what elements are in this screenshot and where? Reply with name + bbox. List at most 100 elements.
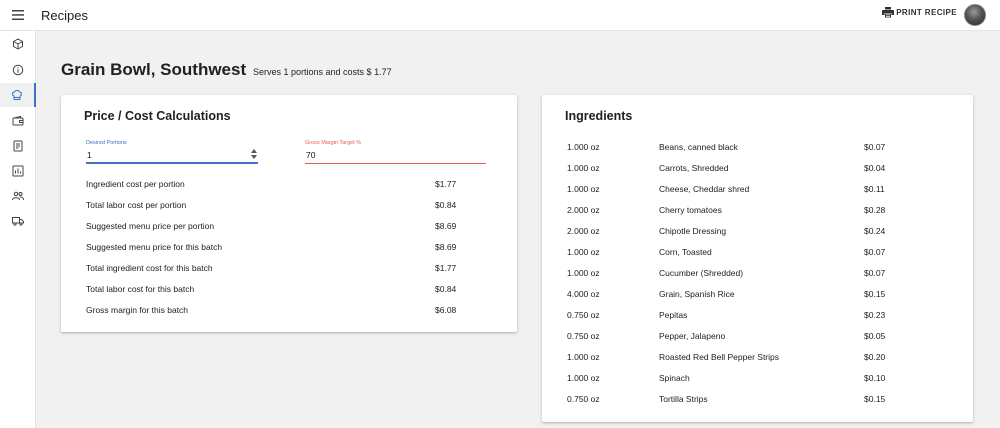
ingredient-name: Pepper, Jalapeno bbox=[659, 331, 726, 341]
gross-margin-input[interactable]: 70 bbox=[306, 150, 315, 160]
printer-icon bbox=[882, 7, 895, 18]
ingredient-qty: 2.000 oz bbox=[567, 226, 600, 236]
ingredient-name: Corn, Toasted bbox=[659, 247, 712, 257]
sidebar-item-users[interactable] bbox=[0, 184, 36, 208]
top-app-bar: Recipes PRINT RECIPE bbox=[0, 0, 1000, 31]
portions-stepper[interactable] bbox=[251, 149, 257, 159]
ingredient-cost: $0.04 bbox=[864, 163, 886, 173]
calc-value: $0.84 bbox=[435, 284, 457, 294]
calc-value: $8.69 bbox=[435, 221, 457, 231]
desired-portions-label: Desired Portions bbox=[86, 140, 127, 146]
ingredient-cost: $0.20 bbox=[864, 352, 886, 362]
ingredient-row: 1.000 oz Cucumber (Shredded) $0.07 bbox=[567, 268, 885, 280]
print-recipe-button[interactable]: PRINT RECIPE bbox=[882, 7, 957, 18]
ingredient-name: Cherry tomatoes bbox=[659, 205, 722, 215]
sidebar-item-documents[interactable] bbox=[0, 134, 36, 158]
menu-icon bbox=[12, 10, 24, 20]
people-icon bbox=[12, 191, 24, 201]
chef-hat-icon bbox=[12, 90, 22, 100]
ingredient-qty: 1.000 oz bbox=[567, 268, 600, 278]
ingredient-qty: 1.000 oz bbox=[567, 352, 600, 362]
ingredient-row: 0.750 oz Pepper, Jalapeno $0.05 bbox=[567, 331, 885, 343]
calc-row: Suggested menu price for this batch $8.6… bbox=[86, 242, 458, 254]
ingredient-cost: $0.07 bbox=[864, 268, 886, 278]
ingredient-row: 1.000 oz Roasted Red Bell Pepper Strips … bbox=[567, 352, 885, 364]
stepper-down-icon[interactable] bbox=[251, 155, 257, 159]
app-title: Recipes bbox=[41, 7, 88, 23]
ingredient-cost: $0.07 bbox=[864, 142, 886, 152]
calc-value: $1.77 bbox=[435, 263, 457, 273]
recipe-summary: Serves 1 portions and costs $ 1.77 bbox=[253, 67, 392, 77]
ingredient-row: 0.750 oz Pepitas $0.23 bbox=[567, 310, 885, 322]
ingredient-name: Pepitas bbox=[659, 310, 688, 320]
sidebar-item-recipes[interactable] bbox=[0, 83, 36, 107]
ingredients-title: Ingredients bbox=[565, 109, 633, 123]
ingredient-cost: $0.28 bbox=[864, 205, 886, 215]
ingredient-cost: $0.11 bbox=[864, 184, 885, 194]
gross-margin-label: Gross Margin Target % bbox=[305, 140, 362, 146]
ingredient-qty: 1.000 oz bbox=[567, 142, 600, 152]
ingredient-qty: 1.000 oz bbox=[567, 163, 600, 173]
calc-row: Total ingredient cost for this batch $1.… bbox=[86, 263, 458, 275]
ingredient-cost: $0.23 bbox=[864, 310, 886, 320]
ingredient-name: Tortilla Strips bbox=[659, 394, 708, 404]
calc-row: Total labor cost per portion $0.84 bbox=[86, 200, 458, 212]
calc-label: Total ingredient cost for this batch bbox=[86, 263, 213, 273]
main-content: Grain Bowl, Southwest Serves 1 portions … bbox=[36, 31, 1000, 428]
calc-label: Gross margin for this batch bbox=[86, 305, 189, 315]
ingredient-name: Roasted Red Bell Pepper Strips bbox=[659, 352, 780, 362]
box-icon bbox=[13, 38, 23, 50]
calc-label: Ingredient cost per portion bbox=[86, 179, 185, 189]
calc-row: Gross margin for this batch $6.08 bbox=[86, 305, 458, 317]
ingredient-row: 4.000 oz Grain, Spanish Rice $0.15 bbox=[567, 289, 885, 301]
ingredient-row: 2.000 oz Cherry tomatoes $0.28 bbox=[567, 205, 885, 217]
gross-margin-underline bbox=[305, 163, 486, 164]
calc-label: Suggested menu price for this batch bbox=[86, 242, 223, 252]
ingredient-row: 2.000 oz Chipotle Dressing $0.24 bbox=[567, 226, 885, 238]
ingredient-cost: $0.07 bbox=[864, 247, 886, 257]
ingredient-row: 1.000 oz Beans, canned black $0.07 bbox=[567, 142, 885, 154]
desired-portions-input[interactable]: 1 bbox=[87, 150, 92, 160]
sidebar-item-wallet[interactable] bbox=[0, 109, 36, 133]
stepper-up-icon[interactable] bbox=[251, 149, 257, 153]
gross-margin-field[interactable]: Gross Margin Target % 70 bbox=[305, 140, 486, 164]
ingredient-cost: $0.15 bbox=[864, 289, 886, 299]
ingredient-name: Spinach bbox=[659, 373, 690, 383]
calc-value: $8.69 bbox=[435, 242, 457, 252]
recipe-title: Grain Bowl, Southwest bbox=[61, 60, 247, 79]
desired-portions-field[interactable]: Desired Portions 1 bbox=[86, 140, 258, 164]
ingredient-qty: 1.000 oz bbox=[567, 184, 600, 194]
price-cost-card: Price / Cost Calculations Desired Portio… bbox=[61, 95, 517, 332]
calc-row: Total labor cost for this batch $0.84 bbox=[86, 284, 458, 296]
ingredient-qty: 0.750 oz bbox=[567, 331, 600, 341]
ingredient-row: 1.000 oz Cheese, Cheddar shred $0.11 bbox=[567, 184, 885, 196]
ingredient-qty: 4.000 oz bbox=[567, 289, 600, 299]
ingredient-name: Cheese, Cheddar shred bbox=[659, 184, 750, 194]
ingredient-name: Grain, Spanish Rice bbox=[659, 289, 735, 299]
user-avatar[interactable] bbox=[964, 4, 986, 26]
price-cost-title: Price / Cost Calculations bbox=[84, 109, 231, 123]
calc-value: $6.08 bbox=[435, 305, 457, 315]
ingredient-cost: $0.24 bbox=[864, 226, 886, 236]
info-icon bbox=[12, 64, 24, 76]
ingredient-name: Cucumber (Shredded) bbox=[659, 268, 744, 278]
calc-value: $0.84 bbox=[435, 200, 457, 210]
sidebar-item-reports[interactable] bbox=[0, 159, 36, 183]
ingredient-name: Carrots, Shredded bbox=[659, 163, 729, 173]
chart-icon bbox=[12, 165, 24, 177]
document-icon bbox=[13, 140, 23, 152]
ingredient-qty: 0.750 oz bbox=[567, 310, 600, 320]
sidebar-item-deliveries[interactable] bbox=[0, 209, 36, 233]
sidebar-item-products[interactable] bbox=[0, 32, 36, 56]
truck-icon bbox=[12, 217, 24, 226]
ingredient-row: 1.000 oz Corn, Toasted $0.07 bbox=[567, 247, 885, 259]
ingredient-name: Beans, canned black bbox=[659, 142, 738, 152]
sidebar-item-info[interactable] bbox=[0, 58, 36, 82]
calc-label: Suggested menu price per portion bbox=[86, 221, 215, 231]
desired-portions-underline bbox=[86, 162, 258, 164]
ingredient-row: 0.750 oz Tortilla Strips $0.15 bbox=[567, 394, 885, 406]
hamburger-menu-button[interactable] bbox=[0, 0, 36, 31]
ingredient-cost: $0.10 bbox=[864, 373, 886, 383]
calc-value: $1.77 bbox=[435, 179, 457, 189]
ingredient-cost: $0.15 bbox=[864, 394, 886, 404]
